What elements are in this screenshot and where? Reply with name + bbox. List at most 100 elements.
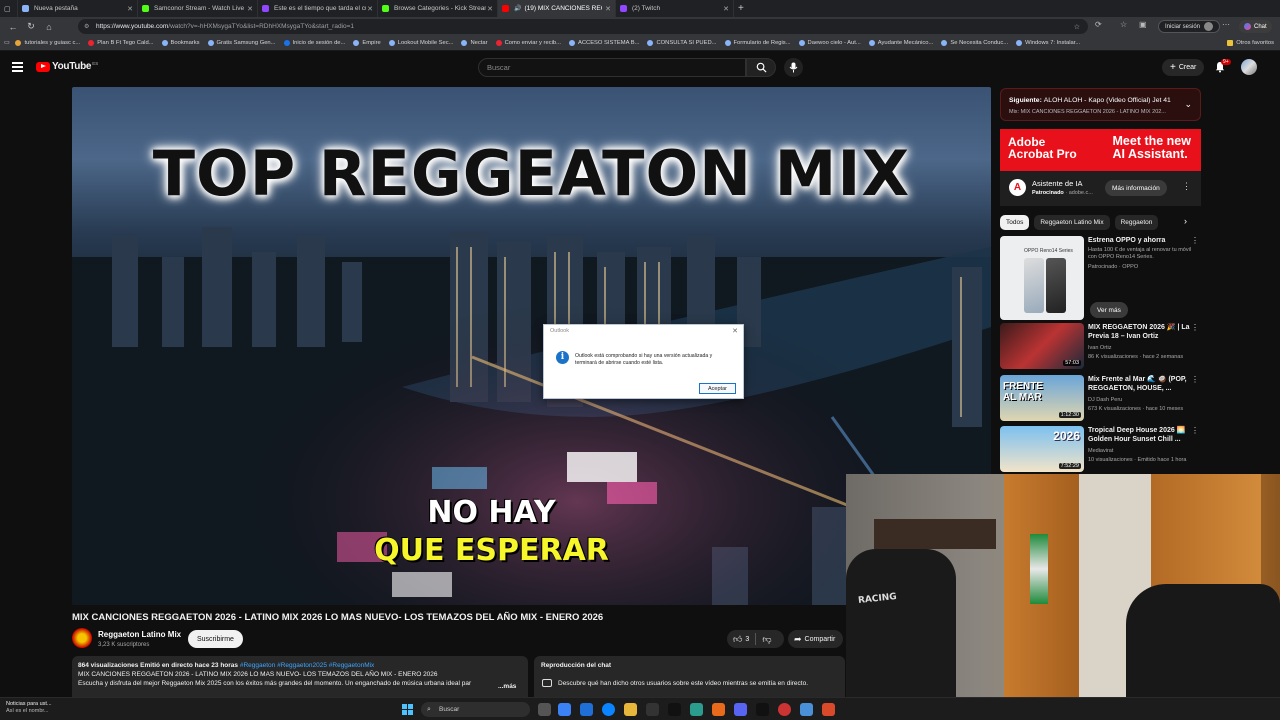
app-icon[interactable] — [778, 703, 791, 716]
bookmark-item[interactable]: Plan B Ft Tego Cald... — [88, 40, 154, 46]
edge-icon[interactable] — [558, 703, 571, 716]
bookmark-item[interactable]: Empire — [353, 40, 381, 46]
bookmark-item[interactable]: Se Necesita Conduc... — [941, 40, 1008, 46]
close-icon[interactable]: ✕ — [247, 5, 253, 13]
close-icon[interactable]: ✕ — [127, 5, 133, 13]
more-vert-icon[interactable]: ⋮ — [1191, 236, 1199, 245]
like-icon[interactable]: 👍︎ — [733, 634, 742, 645]
app-icon[interactable] — [712, 703, 725, 716]
tab-1[interactable]: Samconor Stream - Watch Live on ✕ — [138, 0, 258, 17]
youtube-logo[interactable]: YouTube ES — [36, 61, 98, 72]
bookmarks-menu-icon[interactable]: ▭ — [4, 40, 9, 46]
dislike-icon[interactable]: 👎︎ — [762, 634, 771, 645]
favorite-star-icon[interactable]: ☆ — [1074, 23, 1080, 31]
tab-2[interactable]: Este es el tiempo que tarda el cua ✕ — [258, 0, 378, 17]
copilot-chat-button[interactable]: Chat — [1239, 20, 1272, 33]
more-icon[interactable]: ⋯ — [1222, 20, 1230, 29]
reload-icon[interactable]: ↻ — [22, 21, 40, 32]
bookmark-item[interactable]: Formulario de Regis... — [724, 40, 791, 46]
collections-icon[interactable]: ▣ — [1139, 20, 1147, 29]
discord-icon[interactable] — [734, 703, 747, 716]
audio-icon[interactable]: 🔊 — [514, 5, 521, 12]
chip-reggaeton[interactable]: Reggaeton — [1114, 214, 1159, 230]
bookmark-item[interactable]: Gratis Samsung Gen... — [207, 40, 276, 46]
sidebar-video-item[interactable]: 2026 7:52:29 Tropical Deep House 2026 🌅 … — [1000, 426, 1201, 472]
channel-avatar[interactable] — [72, 628, 92, 648]
favorites-icon[interactable]: ☆ — [1120, 20, 1127, 29]
bookmark-item[interactable]: ACCESO SISTEMA B... — [568, 40, 639, 46]
bookmark-item[interactable]: Windows 7: Instalar... — [1016, 40, 1080, 46]
menu-icon[interactable] — [12, 62, 23, 72]
user-avatar[interactable] — [1241, 59, 1257, 75]
subscribe-button[interactable]: Suscribirme — [188, 630, 243, 648]
news-widget[interactable]: Noticias para ust... Así es el nombr... — [6, 701, 52, 715]
desc-hashtags[interactable]: #Reggaeton #Reggaeton2025 #ReggaetonMix — [240, 662, 374, 669]
app-icon[interactable] — [822, 703, 835, 716]
more-vert-icon[interactable]: ⋮ — [1191, 375, 1199, 384]
tab-5[interactable]: (2) Twitch ✕ — [616, 0, 734, 17]
bookmark-item[interactable]: Daewoo cielo - Aut... — [798, 40, 861, 46]
close-icon[interactable]: ✕ — [732, 327, 738, 335]
taskbar-search[interactable]: ⌕ Buscar — [421, 702, 530, 717]
chip-all[interactable]: Todos — [1000, 214, 1030, 230]
tiktok-icon[interactable] — [756, 703, 769, 716]
address-bar[interactable]: ⚙ https://www.youtube.com/watch?v=-hHXMs… — [78, 19, 1088, 34]
chat-replay-text[interactable]: Descubre qué han dicho otros usuarios so… — [558, 680, 808, 687]
more-vert-icon[interactable]: ⋮ — [1182, 181, 1191, 192]
outlook-icon[interactable] — [580, 703, 593, 716]
close-icon[interactable]: ✕ — [487, 5, 493, 13]
see-more-button[interactable]: Ver más — [1090, 302, 1128, 318]
other-favorites[interactable]: Otros favoritos — [1227, 40, 1274, 46]
more-vert-icon[interactable]: ⋮ — [1191, 323, 1199, 332]
bookmark-label: Bookmarks — [170, 40, 200, 46]
sidebar-video-item[interactable]: FRENTE AL MAR 1:12:30 Mix Frente al Mar … — [1000, 375, 1201, 421]
search-button[interactable] — [746, 58, 776, 77]
chip-reggaeton-latino-mix[interactable]: Reggaeton Latino Mix — [1034, 214, 1110, 230]
back-icon[interactable]: ← — [4, 22, 22, 32]
bookmark-item[interactable]: CONSULTA SI PUED... — [647, 40, 717, 46]
browser-icon[interactable] — [602, 703, 615, 716]
bookmark-label: Como enviar y recib... — [504, 40, 561, 46]
create-button[interactable]: + Crear — [1162, 59, 1205, 76]
extensions-icon[interactable]: ⟳ — [1095, 20, 1102, 29]
more-info-button[interactable]: Más información — [1105, 180, 1167, 196]
home-icon[interactable]: ⌂ — [40, 22, 58, 32]
channel-name[interactable]: Reggaeton Latino Mix — [98, 630, 181, 639]
share-button[interactable]: ➦ Compartir — [788, 630, 844, 648]
file-explorer-icon[interactable] — [624, 703, 637, 716]
search-input[interactable]: Buscar — [478, 58, 746, 77]
close-icon[interactable]: ✕ — [723, 5, 729, 13]
voice-search-button[interactable] — [784, 58, 803, 77]
bookmark-item[interactable]: Inicio de sesión de... — [283, 40, 345, 46]
more-vert-icon[interactable]: ⋮ — [1191, 426, 1199, 435]
app-icon[interactable] — [646, 703, 659, 716]
tab-3[interactable]: Browse Categories - Kick Streami ✕ — [378, 0, 498, 17]
bookmark-item[interactable]: tutoriales y guiasc c... — [15, 40, 80, 46]
bookmark-item[interactable]: Bookmarks — [161, 40, 200, 46]
close-icon[interactable]: ✕ — [605, 5, 611, 13]
tiktok-icon[interactable] — [668, 703, 681, 716]
tab-0[interactable]: Nueva pestaña ✕ — [18, 0, 138, 17]
tab-favicon-icon — [382, 5, 389, 12]
chevron-down-icon[interactable]: ⌄ — [1184, 99, 1192, 110]
tab-actions-icon[interactable]: ▢ — [0, 0, 18, 17]
signin-button[interactable]: Iniciar sesión — [1158, 20, 1221, 33]
chevron-right-icon[interactable]: › — [1184, 216, 1187, 226]
bookmark-item[interactable]: Lookout Mobile Sec... — [388, 40, 453, 46]
ad-banner[interactable]: Adobe Acrobat Pro Meet the new AI Assist… — [1000, 129, 1201, 171]
windows-start-icon[interactable] — [402, 704, 413, 715]
sidebar-video-item[interactable]: 57:03 MIX REGGAETON 2026 🎉 | La Previa 1… — [1000, 323, 1201, 369]
up-next-panel[interactable]: Siguiente: ALOH ALOH - Kapo (Video Offic… — [1000, 88, 1201, 121]
site-info-icon[interactable]: ⚙ — [84, 23, 89, 30]
close-icon[interactable]: ✕ — [367, 5, 373, 13]
bookmark-item[interactable]: Como enviar y recib... — [495, 40, 561, 46]
settings-icon[interactable] — [800, 703, 813, 716]
store-icon[interactable] — [690, 703, 703, 716]
tab-4[interactable]: 🔊 (19) MIX CANCIONES REGG ✕ — [498, 0, 616, 17]
bookmark-item[interactable]: Nectar — [461, 40, 488, 46]
accept-button[interactable]: Aceptar — [699, 383, 736, 394]
new-tab-button[interactable]: + — [734, 0, 752, 17]
task-view-icon[interactable] — [538, 703, 551, 716]
show-more-link[interactable]: ...más — [498, 683, 516, 690]
bookmark-item[interactable]: Ayudante Mecánico... — [868, 40, 933, 46]
